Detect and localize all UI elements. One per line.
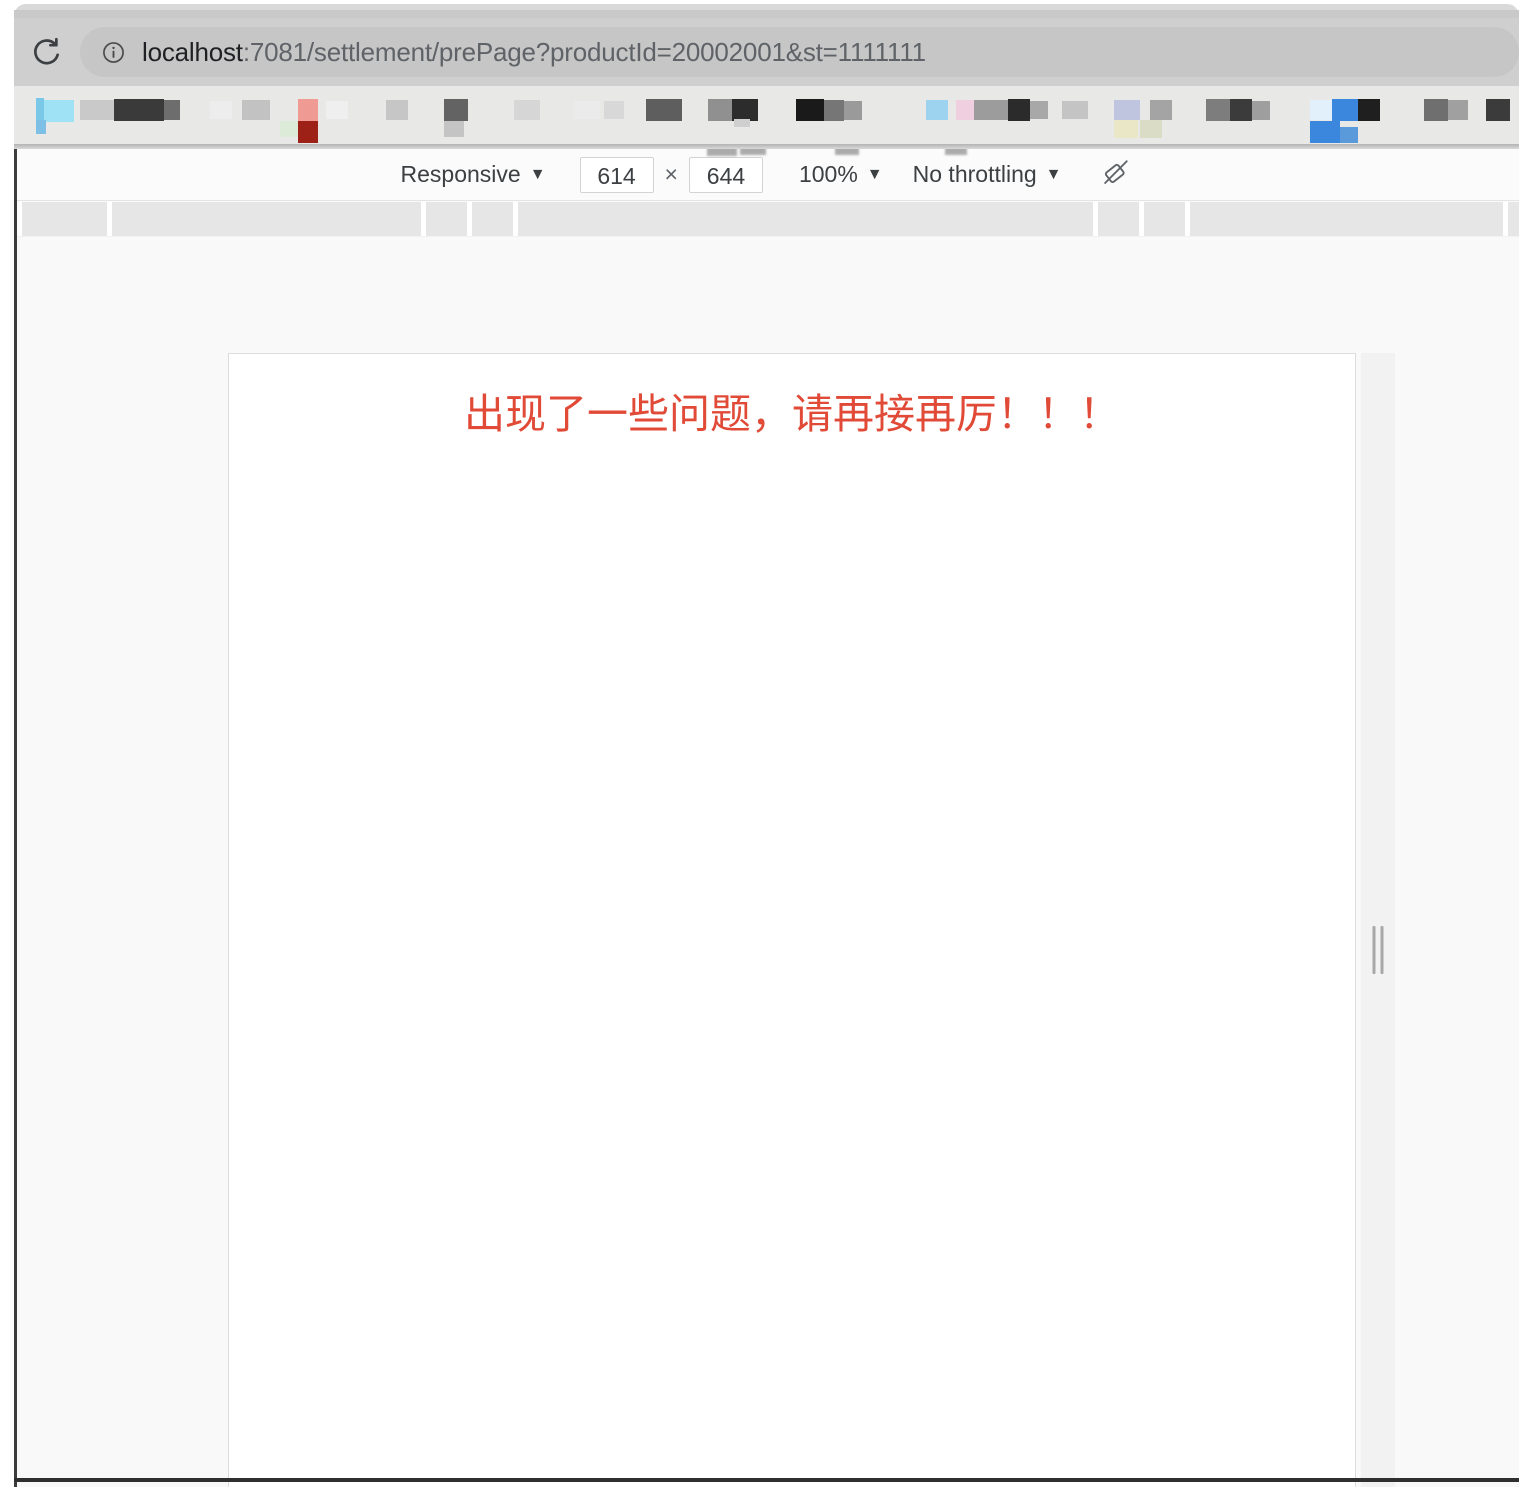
- tab-separator: [467, 202, 472, 236]
- throttling-label: No throttling: [912, 161, 1037, 187]
- redacted-block: [326, 101, 348, 119]
- redacted-block: [835, 149, 859, 155]
- redacted-block: [604, 101, 624, 119]
- redacted-block: [80, 100, 114, 120]
- redacted-block: [444, 121, 464, 137]
- redacted-block: [824, 100, 844, 121]
- viewport-height-input[interactable]: 644: [688, 156, 763, 193]
- redacted-block: [514, 100, 540, 120]
- redacted-block: [844, 101, 862, 120]
- redacted-block: [926, 100, 948, 120]
- redacted-block: [1030, 101, 1048, 119]
- tab-separator: [107, 202, 112, 236]
- redacted-block: [444, 99, 468, 121]
- viewport-width-input[interactable]: 614: [579, 156, 654, 193]
- redacted-block: [1310, 100, 1332, 120]
- redacted-block: [734, 119, 750, 127]
- bookmarks-bar[interactable]: [14, 86, 1519, 144]
- reload-button[interactable]: [20, 25, 74, 79]
- reload-icon: [30, 35, 64, 69]
- resize-handle-width[interactable]: [1361, 353, 1395, 1487]
- info-icon[interactable]: [100, 39, 126, 65]
- tab-separator: [1185, 202, 1190, 236]
- url-text: localhost:7081/settlement/prePage?produc…: [142, 37, 926, 68]
- window-bottom-edge: [14, 1478, 1519, 1482]
- address-bar[interactable]: localhost:7081/settlement/prePage?produc…: [80, 27, 1519, 77]
- tab-separator: [1093, 202, 1098, 236]
- resize-grip-vertical: [1372, 926, 1384, 974]
- devtools-panel: Responsive ▼ 614 × 644 100% ▼ No throttl…: [14, 149, 1519, 1487]
- redacted-block: [1424, 99, 1448, 121]
- redacted-block: [796, 99, 824, 121]
- tab-separator: [1139, 202, 1144, 236]
- redacted-block: [732, 99, 758, 121]
- redacted-block: [1230, 99, 1252, 121]
- redacted-block: [945, 149, 967, 155]
- redacted-block: [1140, 120, 1162, 138]
- tab-separator: [421, 202, 426, 236]
- redacted-block: [1114, 100, 1140, 120]
- redacted-block: [1008, 99, 1030, 121]
- window-top-edge: [14, 4, 1519, 18]
- error-message: 出现了一些问题，请再接再厉！！！: [464, 390, 1120, 438]
- emulated-viewport: 出现了一些问题，请再接再厉！！！: [228, 353, 1395, 1487]
- redacted-block: [707, 149, 737, 156]
- url-host: localhost: [142, 36, 243, 67]
- redacted-block: [574, 101, 600, 119]
- redacted-block: [1486, 99, 1510, 121]
- redacted-block: [36, 98, 44, 122]
- redacted-block: [114, 99, 164, 121]
- redacted-block: [164, 100, 180, 120]
- screencast-area: 出现了一些问题，请再接再厉！！！: [17, 237, 1519, 1487]
- redacted-block: [210, 101, 232, 119]
- zoom-label: 100%: [798, 161, 858, 187]
- devtools-tab-bar[interactable]: [17, 202, 1519, 237]
- chevron-down-icon: ▼: [1045, 165, 1062, 183]
- redacted-block: [1448, 100, 1468, 120]
- redacted-block: [1358, 99, 1380, 121]
- redacted-block: [280, 121, 298, 137]
- redacted-block: [1206, 99, 1230, 121]
- redacted-block: [708, 99, 732, 121]
- redacted-block: [1252, 101, 1270, 120]
- redacted-block: [740, 149, 766, 155]
- chevron-down-icon: ▼: [866, 165, 883, 183]
- chevron-down-icon: ▼: [529, 165, 546, 183]
- browser-window: localhost:7081/settlement/prePage?produc…: [0, 0, 1519, 1487]
- browser-toolbar: localhost:7081/settlement/prePage?produc…: [14, 18, 1519, 86]
- redacted-block: [36, 120, 46, 134]
- redacted-block: [44, 100, 74, 122]
- tab-separator: [17, 202, 22, 236]
- redacted-block: [646, 99, 682, 121]
- redacted-block: [1062, 101, 1088, 119]
- tab-separator: [1503, 202, 1508, 236]
- url-path: :7081/settlement/prePage?productId=20002…: [242, 36, 926, 67]
- redacted-block: [1150, 100, 1172, 120]
- redacted-block: [298, 99, 318, 121]
- redacted-block: [242, 100, 270, 120]
- redacted-block: [956, 100, 974, 120]
- rotate-device-icon: [1101, 157, 1131, 192]
- device-preset-label: Responsive: [400, 161, 521, 187]
- rotate-device-button[interactable]: [1096, 155, 1136, 195]
- dimension-separator: ×: [664, 161, 678, 187]
- redacted-block: [298, 121, 318, 143]
- tab-separator: [513, 202, 518, 236]
- page-content: 出现了一些问题，请再接再厉！！！: [228, 353, 1356, 1487]
- redacted-block: [1340, 127, 1358, 143]
- redacted-block: [1114, 120, 1138, 138]
- throttling-dropdown[interactable]: No throttling ▼: [913, 161, 1062, 188]
- zoom-dropdown[interactable]: 100% ▼: [799, 161, 883, 188]
- redacted-block: [974, 100, 1008, 120]
- redacted-block: [386, 100, 408, 120]
- redacted-block: [1332, 99, 1358, 121]
- device-emulation-toolbar: Responsive ▼ 614 × 644 100% ▼ No throttl…: [17, 149, 1519, 201]
- redacted-block: [1310, 121, 1340, 143]
- device-preset-dropdown[interactable]: Responsive ▼: [401, 161, 546, 188]
